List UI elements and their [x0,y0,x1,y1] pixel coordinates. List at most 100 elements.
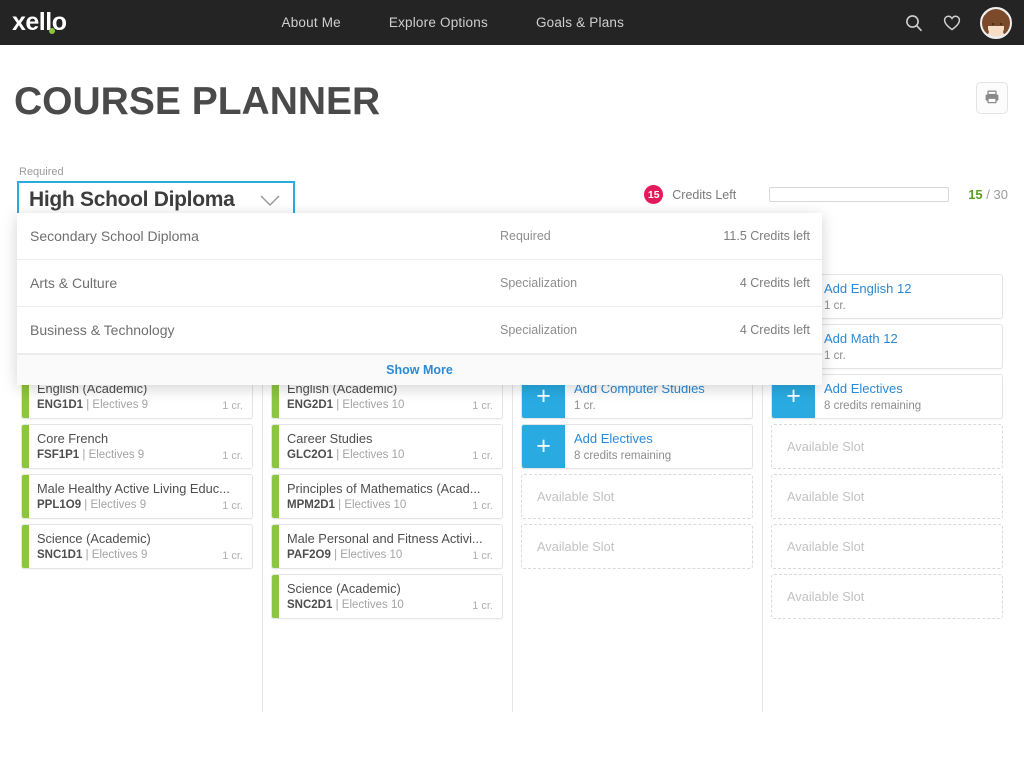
course-title: Principles of Mathematics (Acad... [287,481,481,496]
printer-icon [985,90,999,104]
course-title: Male Healthy Active Living Educ... [37,481,230,496]
dropdown-option-name: Business & Technology [30,322,175,338]
nav-item-goals-and-plans[interactable]: Goals & Plans [536,15,624,30]
course-planner-page: xello About Me Explore Options Goals & P… [0,0,1024,760]
course-code: ENG2D1 [287,399,334,411]
nav-item-explore-options[interactable]: Explore Options [389,15,488,30]
credits-left-badge: 15 [644,185,664,204]
dropdown-option-arts-and-culture[interactable]: Arts & Culture Specialization 4 Credits … [17,260,822,307]
course-group: Electives 9 [90,499,147,511]
course-meta: ENG2D1 | Electives 10 [287,399,405,411]
course-group: Electives 10 [341,599,404,611]
course-stripe [22,425,29,468]
table-row[interactable]: Male Healthy Active Living Educ... PPL1O… [21,474,253,519]
add-course-sub: 8 credits remaining [824,400,922,412]
course-code: PAF2O9 [287,549,331,561]
available-slot[interactable]: Available Slot [771,574,1003,619]
plan-select-wrapper: Required High School Diploma [17,166,295,219]
course-meta: SNC2D1 | Electives 10 [287,599,404,611]
course-stripe [22,525,29,568]
dropdown-option-type: Specialization [500,323,578,337]
table-row[interactable]: Science (Academic) SNC2D1 | Electives 10… [271,574,503,619]
plan-dropdown-panel: Secondary School Diploma Required 11.5 C… [17,213,822,385]
course-code: FSF1P1 [37,449,80,461]
credits-earned: 15 [968,187,983,202]
dropdown-footer: Show More [17,354,822,385]
user-avatar[interactable] [980,6,1012,39]
show-more-link[interactable]: Show More [386,363,453,377]
course-credit: 1 cr. [472,550,493,562]
course-credit: 1 cr. [222,450,243,462]
course-stripe [272,425,279,468]
nav-item-about-me[interactable]: About Me [281,15,340,30]
add-course-sub: 1 cr. [824,350,846,362]
available-slot[interactable]: Available Slot [771,524,1003,569]
search-icon[interactable] [904,13,924,33]
credits-left-label: Credits Left [672,187,737,202]
course-group: Electives 9 [91,549,148,561]
credits-separator: / [986,187,990,202]
credits-summary: 15 Credits Left 15 / 30 [644,185,1008,204]
course-credit: 1 cr. [222,400,243,412]
table-row[interactable]: Male Personal and Fitness Activi... PAF2… [271,524,503,569]
course-meta: PPL1O9 | Electives 9 [37,499,147,511]
available-slot[interactable]: Available Slot [521,474,753,519]
dropdown-option-business-and-technology[interactable]: Business & Technology Specialization 4 C… [17,307,822,354]
page-content: COURSE PLANNER Required High School Dipl… [0,45,1024,760]
dropdown-option-name: Arts & Culture [30,275,118,291]
available-slot[interactable]: Available Slot [771,424,1003,469]
dropdown-option-secondary-school-diploma[interactable]: Secondary School Diploma Required 11.5 C… [17,213,822,260]
course-stripe [272,575,279,618]
add-course-sub: 1 cr. [574,400,596,412]
course-stripe [272,525,279,568]
nav-links: About Me Explore Options Goals & Plans [281,15,624,30]
course-title: Core French [37,431,109,446]
plan-select-label: Required [19,166,64,178]
avatar-eye-right [1000,22,1002,25]
course-code: PPL1O9 [37,499,82,511]
dropdown-option-type: Required [500,229,551,243]
course-group: Electives 10 [344,499,407,511]
available-slot[interactable]: Available Slot [521,524,753,569]
course-title: Science (Academic) [37,531,151,546]
add-electives-card[interactable]: + Add Electives 8 credits remaining [521,424,753,469]
add-course-sub: 1 cr. [824,300,846,312]
course-credit: 1 cr. [472,500,493,512]
available-slot[interactable]: Available Slot [771,474,1003,519]
add-course-title: Add Electives [574,431,653,446]
heart-icon[interactable] [942,13,962,33]
brand-text: xello [12,8,67,36]
course-stripe [272,475,279,518]
table-row[interactable]: Science (Academic) SNC1D1 | Electives 9 … [21,524,253,569]
course-code: GLC2O1 [287,449,334,461]
course-code: MPM2D1 [287,499,335,511]
add-course-title: Add Electives [824,381,903,396]
add-course-title: Add English 12 [824,281,912,296]
top-navigation-bar: xello About Me Explore Options Goals & P… [0,0,1024,45]
chevron-down-icon [259,194,281,207]
course-credit: 1 cr. [222,550,243,562]
course-group: Electives 10 [342,449,405,461]
table-row[interactable]: Career Studies GLC2O1 | Electives 10 1 c… [271,424,503,469]
course-code: SNC2D1 [287,599,333,611]
dropdown-option-credits: 4 Credits left [739,276,810,290]
print-button[interactable] [976,82,1008,114]
credits-count: 15 / 30 [968,187,1008,202]
page-title: COURSE PLANNER [14,80,381,123]
table-row[interactable]: Principles of Mathematics (Acad... MPM2D… [271,474,503,519]
credits-total: 30 [993,187,1008,202]
credits-progress-bar [769,187,950,202]
course-meta: SNC1D1 | Electives 9 [37,549,148,561]
dropdown-option-credits: 11.5 Credits left [723,229,810,243]
course-group: Electives 10 [342,399,405,411]
course-credit: 1 cr. [472,450,493,462]
table-row[interactable]: Core French FSF1P1 | Electives 9 1 cr. [21,424,253,469]
course-meta: FSF1P1 | Electives 9 [37,449,145,461]
course-group: Electives 9 [92,399,149,411]
course-credit: 1 cr. [472,600,493,612]
xello-logo[interactable]: xello [12,8,67,37]
avatar-eye-left [992,22,994,25]
course-code: ENG1D1 [37,399,84,411]
plan-select-value: High School Diploma [29,188,235,211]
course-group: Electives 9 [88,449,145,461]
